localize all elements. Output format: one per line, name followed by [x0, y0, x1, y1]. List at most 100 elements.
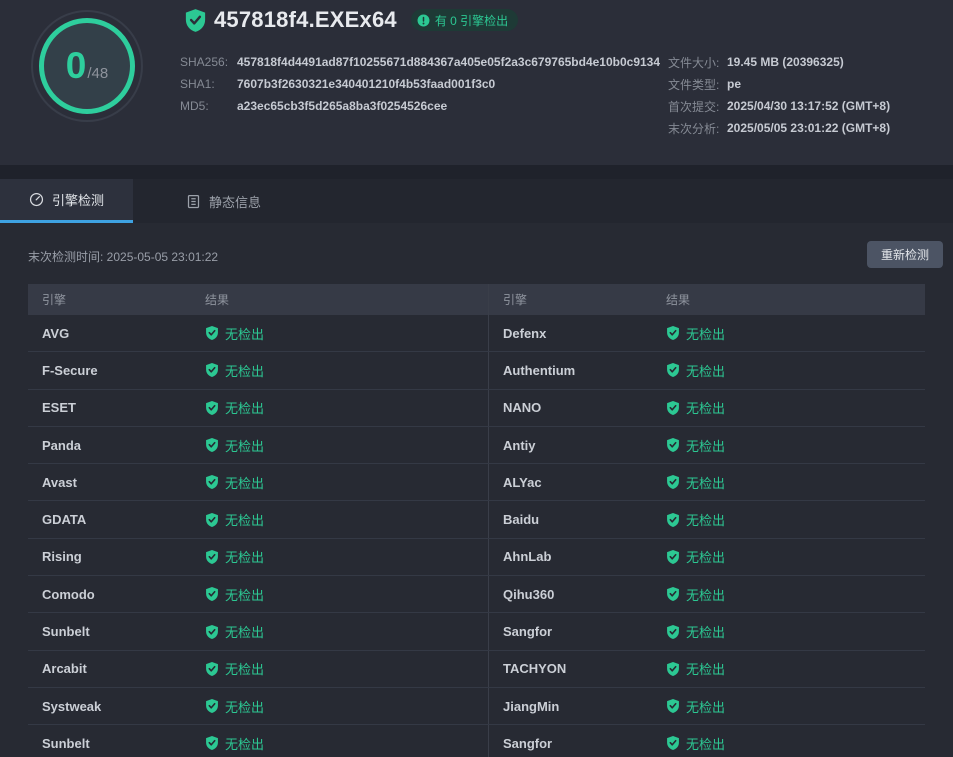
- result-text: 无检出: [686, 473, 725, 492]
- table-body: AVG 无检出 Defenx 无检出: [28, 315, 925, 757]
- engine-name: Antiy: [503, 438, 536, 453]
- result-cell: 无检出: [666, 473, 725, 492]
- engine-name: Defenx: [503, 326, 546, 341]
- engine-name: Arcabit: [42, 661, 87, 676]
- shield-check-icon: [666, 587, 680, 601]
- result-cell: 无检出: [666, 659, 725, 678]
- engine-name: Authentium: [503, 363, 575, 378]
- result-cell: 无检出: [205, 473, 264, 492]
- shield-check-icon: [666, 326, 680, 340]
- sha1-label: SHA1:: [180, 77, 237, 91]
- shield-check-icon: [205, 625, 219, 639]
- shield-check-icon: [666, 625, 680, 639]
- sha256-label: SHA256:: [180, 55, 237, 69]
- shield-check-icon: [666, 438, 680, 452]
- result-cell: 无检出: [666, 361, 725, 380]
- result-text: 无检出: [225, 436, 264, 455]
- result-text: 无检出: [225, 547, 264, 566]
- shield-check-icon: [205, 475, 219, 489]
- alert-circle-icon: [417, 14, 430, 27]
- shield-check-icon: [666, 401, 680, 415]
- tab-bar: 引擎检测 静态信息: [0, 179, 953, 223]
- table-row: F-Secure 无检出 Authentium: [28, 352, 925, 389]
- engine-name: Panda: [42, 438, 81, 453]
- last-analysis-label: 末次分析:: [668, 120, 727, 137]
- engine-name: Sangfor: [503, 736, 552, 751]
- shield-check-icon: [185, 9, 206, 32]
- result-cell: 无检出: [205, 436, 264, 455]
- tab-static-info[interactable]: 静态信息: [160, 179, 287, 223]
- gauge-icon: [29, 192, 44, 207]
- result-cell: 无检出: [205, 361, 264, 380]
- result-cell: 无检出: [666, 585, 725, 604]
- shield-check-icon: [205, 401, 219, 415]
- engine-name: ALYac: [503, 475, 542, 490]
- file-title: 457818f4.EXEx64: [214, 7, 397, 33]
- engine-name: Sangfor: [503, 624, 552, 639]
- engine-name: Avast: [42, 475, 77, 490]
- result-text: 无检出: [225, 659, 264, 678]
- table-row: AVG 无检出 Defenx 无检出: [28, 315, 925, 352]
- result-column-header: 结果: [205, 284, 488, 315]
- engine-name: TACHYON: [503, 661, 566, 676]
- engine-name: JiangMin: [503, 699, 559, 714]
- detection-score-gauge: 0 /48: [31, 10, 143, 122]
- shield-check-icon: [205, 513, 219, 527]
- engine-name: AVG: [42, 326, 69, 341]
- result-cell: 无检出: [205, 585, 264, 604]
- result-text: 无检出: [225, 361, 264, 380]
- file-size-value: 19.45 MB (20396325): [727, 55, 844, 69]
- engine-name: Comodo: [42, 587, 95, 602]
- result-text: 无检出: [686, 585, 725, 604]
- result-text: 无检出: [225, 697, 264, 716]
- shield-check-icon: [666, 736, 680, 750]
- result-cell: 无检出: [666, 510, 725, 529]
- result-cell: 无检出: [205, 622, 264, 641]
- table-row: ESET 无检出 NANO 无检出: [28, 390, 925, 427]
- detection-score-ring: 0 /48: [39, 18, 135, 114]
- engine-name: Rising: [42, 549, 82, 564]
- rescan-button[interactable]: 重新检测: [867, 241, 943, 268]
- shield-check-icon: [666, 475, 680, 489]
- engine-column-header: 引擎: [28, 284, 205, 315]
- list-document-icon: [186, 194, 201, 209]
- table-row: Arcabit 无检出 TACHYON: [28, 651, 925, 688]
- shield-check-icon: [666, 662, 680, 676]
- result-cell: 无检出: [666, 547, 725, 566]
- shield-check-icon: [205, 363, 219, 377]
- result-text: 无检出: [225, 622, 264, 641]
- engine-name: F-Secure: [42, 363, 98, 378]
- result-cell: 无检出: [205, 697, 264, 716]
- result-text: 无检出: [686, 398, 725, 417]
- detection-score-value: 0: [66, 47, 87, 84]
- table-row: Systweak 无检出 JiangMin: [28, 688, 925, 725]
- result-cell: 无检出: [205, 510, 264, 529]
- engine-detection-table: 引擎 结果 引擎 结果 AVG 无检出 Defenx: [28, 284, 925, 757]
- md5-label: MD5:: [180, 99, 237, 113]
- result-cell: 无检出: [205, 659, 264, 678]
- result-text: 无检出: [225, 324, 264, 343]
- table-row: Panda 无检出 Antiy 无检出: [28, 427, 925, 464]
- result-text: 无检出: [686, 324, 725, 343]
- shield-check-icon: [205, 550, 219, 564]
- file-size-label: 文件大小:: [668, 54, 727, 71]
- md5-value: a23ec65cb3f5d265a8ba3f0254526cee: [237, 99, 447, 113]
- tab-engine-detection-label: 引擎检测: [52, 190, 104, 209]
- shield-check-icon: [205, 736, 219, 750]
- file-type-label: 文件类型:: [668, 76, 727, 93]
- result-text: 无检出: [225, 510, 264, 529]
- result-text: 无检出: [225, 585, 264, 604]
- engine-name: GDATA: [42, 512, 86, 527]
- engine-name: Qihu360: [503, 587, 554, 602]
- table-row: GDATA 无检出 Baidu 无检出: [28, 501, 925, 538]
- result-cell: 无检出: [666, 324, 725, 343]
- file-report-header: 0 /48 457818f4.EXEx64 有 0 引擎检出 SHA256: 4…: [0, 0, 953, 165]
- tab-static-info-label: 静态信息: [209, 192, 261, 211]
- shield-check-icon: [205, 587, 219, 601]
- first-submit-label: 首次提交:: [668, 98, 727, 115]
- result-cell: 无检出: [205, 398, 264, 417]
- shield-check-icon: [205, 326, 219, 340]
- tab-engine-detection[interactable]: 引擎检测: [0, 179, 133, 223]
- result-cell: 无检出: [205, 324, 264, 343]
- result-text: 无检出: [225, 734, 264, 753]
